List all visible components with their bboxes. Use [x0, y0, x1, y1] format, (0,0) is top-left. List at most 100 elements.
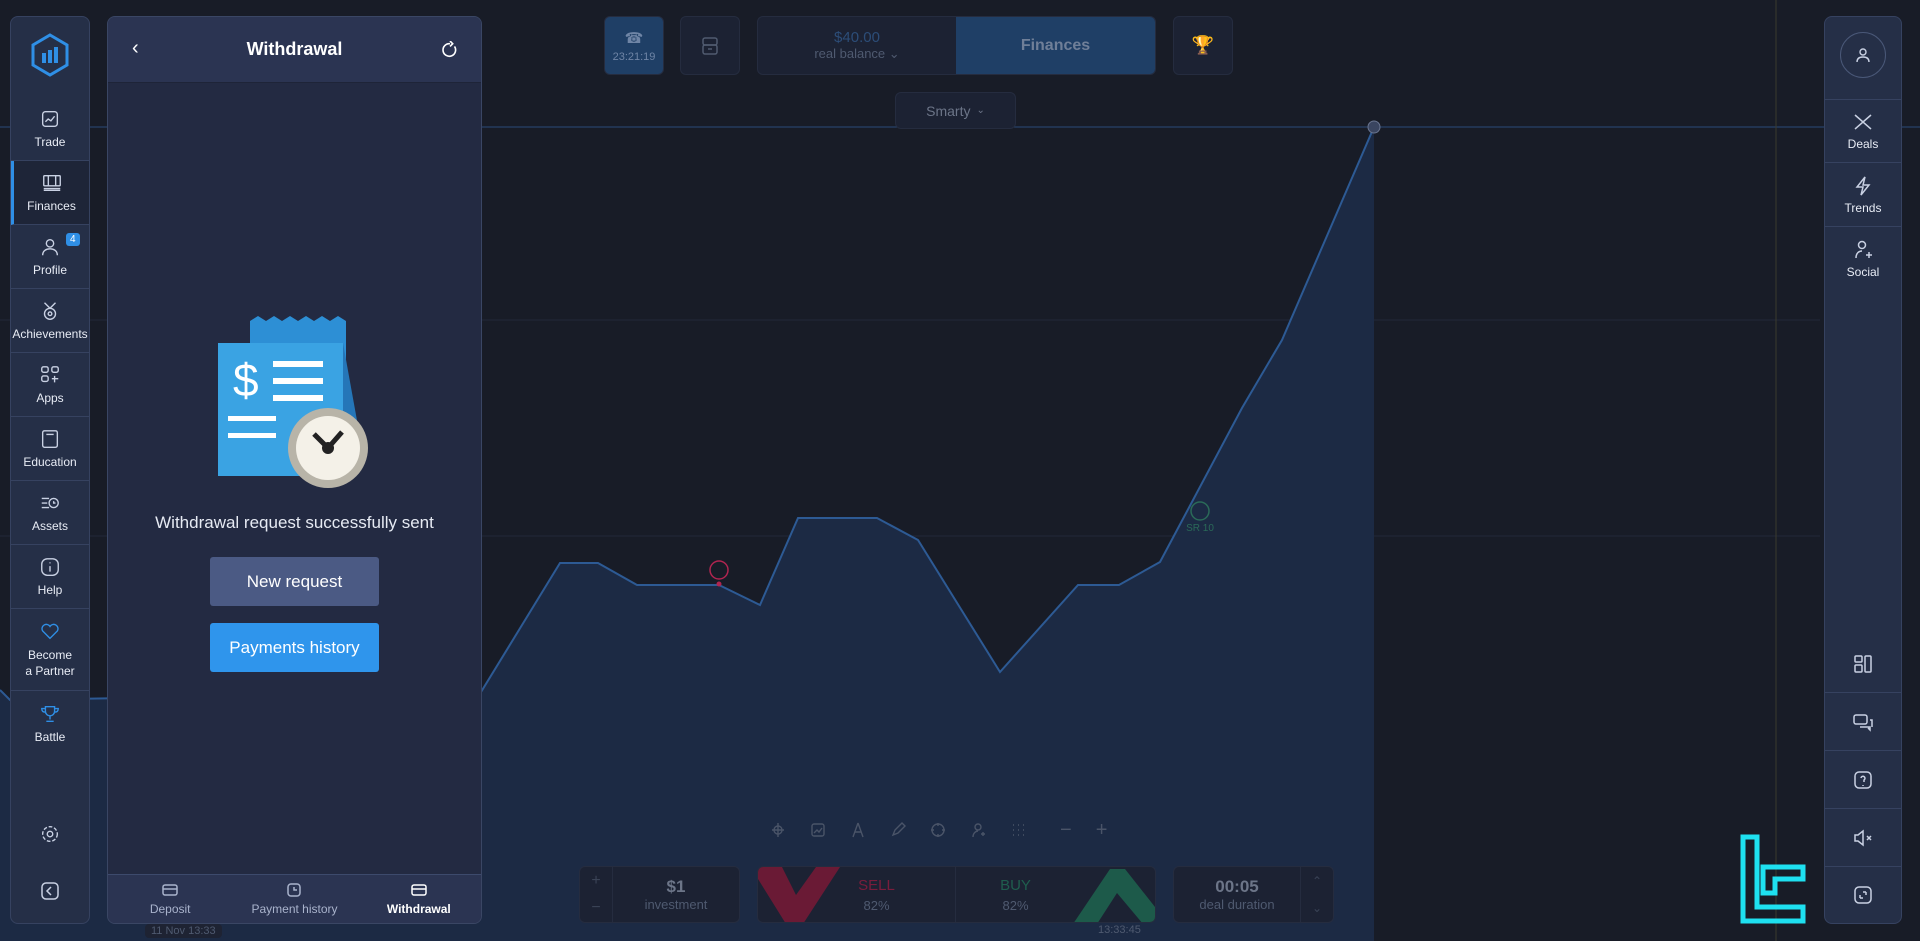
store-button[interactable]	[680, 16, 740, 75]
sidebar-item-label: Achievements	[12, 327, 88, 341]
settings-icon[interactable]	[39, 823, 61, 845]
chart-date-label: 11 Nov 13:33	[145, 924, 222, 938]
increase-investment-button[interactable]: +	[591, 872, 600, 890]
sidebar-item-finances[interactable]: Finances	[11, 161, 89, 225]
investment-label: investment	[644, 897, 708, 912]
payments-history-button[interactable]: Payments history	[210, 623, 379, 672]
layout-button[interactable]	[1825, 635, 1901, 693]
success-message: Withdrawal request successfully sent	[155, 513, 434, 532]
mute-icon	[1854, 828, 1872, 847]
sidebar-item-apps[interactable]: Apps	[11, 353, 89, 417]
trophy-icon	[41, 705, 59, 722]
decrease-duration-button[interactable]: ⌄	[1312, 901, 1322, 915]
right-item-trends[interactable]: Trends	[1825, 163, 1901, 227]
tournaments-button[interactable]: 🏆	[1173, 16, 1233, 75]
heart-icon	[41, 623, 59, 640]
trophy-icon: 🏆	[1191, 35, 1215, 55]
duration-input[interactable]: 00:05 deal duration	[1174, 877, 1300, 912]
decrease-investment-button[interactable]: −	[591, 899, 600, 917]
buy-button[interactable]: BUY 82%	[956, 867, 1155, 922]
tab-withdrawal[interactable]: Withdrawal	[357, 875, 481, 923]
chat-icon	[1853, 713, 1873, 732]
investment-value: $1	[666, 877, 686, 896]
tab-deposit[interactable]: Deposit	[108, 875, 232, 923]
chart-icon	[41, 110, 59, 128]
current-price-dot	[1367, 120, 1381, 134]
add-user-icon[interactable]	[970, 822, 986, 838]
sidebar-item-label: Education	[23, 455, 77, 469]
target-icon[interactable]	[930, 822, 946, 838]
sidebar-item-label: Profile	[32, 263, 67, 277]
sidebar-item-battle[interactable]: Battle	[11, 691, 89, 755]
medal-icon	[43, 302, 57, 320]
clock-icon	[287, 883, 302, 897]
sidebar-item-help[interactable]: Help	[11, 545, 89, 609]
support-button[interactable]	[1825, 751, 1901, 809]
add-friend-icon	[1855, 240, 1872, 259]
balance-value: $40.00	[834, 29, 880, 46]
tab-label: Withdrawal	[386, 902, 451, 916]
deals-icon	[1854, 114, 1872, 130]
panel-title: Withdrawal	[246, 39, 343, 59]
book-icon	[41, 430, 59, 448]
cashback-icon: ☎	[624, 29, 644, 47]
sidebar-item-profile[interactable]: Profile 4	[11, 225, 89, 289]
sidebar-item-assets[interactable]: Assets	[11, 481, 89, 545]
deposit-icon	[162, 884, 178, 896]
chart-type-dropdown[interactable]: Smarty ⌄	[895, 92, 1016, 129]
sidebar-item-become-a-partner[interactable]: Become a Partner	[11, 609, 89, 691]
collapse-icon[interactable]	[40, 881, 60, 901]
sidebar-item-label: Trade	[34, 135, 66, 149]
duration-control: 00:05 deal duration ⌃ ⌄	[1173, 866, 1334, 923]
sell-button[interactable]: SELL 82%	[758, 867, 956, 922]
avatar[interactable]	[1840, 32, 1886, 78]
indicators-icon[interactable]	[810, 822, 826, 838]
cashback-timer-button[interactable]: ☎ 23:21:19	[604, 16, 664, 75]
notification-badge: 4	[66, 233, 80, 246]
increase-duration-button[interactable]: ⌃	[1312, 874, 1322, 888]
duration-value: 00:05	[1215, 877, 1259, 896]
back-icon[interactable]: ‹	[132, 37, 139, 60]
sell-deal-marker[interactable]	[709, 560, 729, 587]
receipt-clock-illustration: $	[218, 316, 368, 488]
right-item-deals[interactable]: Deals	[1825, 99, 1901, 163]
investment-input[interactable]: $1 investment	[613, 877, 739, 912]
finances-button[interactable]: Finances	[956, 17, 1155, 74]
right-item-social[interactable]: Social	[1825, 227, 1901, 291]
apps-icon	[41, 366, 59, 383]
info-icon	[41, 558, 59, 576]
pencil-icon[interactable]	[890, 822, 906, 838]
drawing-icon[interactable]	[850, 822, 866, 838]
crosshair-icon[interactable]	[770, 822, 786, 838]
assets-icon	[41, 497, 59, 509]
user-icon	[1856, 48, 1870, 63]
app-logo-icon	[31, 33, 69, 77]
zoom-in-button[interactable]: +	[1096, 819, 1108, 842]
panel-body: $ Withdrawal request successfully sent N…	[108, 83, 481, 874]
chat-button[interactable]	[1825, 693, 1901, 751]
balance-label: real balance ⌄	[814, 46, 900, 61]
zoom-out-button[interactable]: −	[1060, 819, 1072, 842]
chevron-down-icon: ⌄	[976, 105, 985, 116]
finances-icon	[42, 174, 61, 192]
fullscreen-icon	[1854, 886, 1872, 904]
balance-selector[interactable]: $40.00 real balance ⌄	[758, 17, 956, 74]
sidebar-item-education[interactable]: Education	[11, 417, 89, 481]
trade-buttons: SELL 82% BUY 82%	[757, 866, 1156, 923]
marker-label: SR 10	[1186, 523, 1214, 534]
tab-label: Deposit	[149, 902, 191, 916]
sidebar-item-achievements[interactable]: Achievements	[11, 289, 89, 353]
withdrawal-panel: ‹ Withdrawal $ Withdrawal request succes…	[107, 16, 482, 924]
sidebar-item-label: Apps	[36, 391, 64, 405]
svg-text:$: $	[233, 354, 259, 406]
new-request-button[interactable]: New request	[210, 557, 379, 606]
refresh-icon[interactable]	[441, 41, 459, 59]
right-sidebar: Deals Trends Social	[1824, 16, 1902, 924]
fullscreen-button[interactable]	[1825, 867, 1901, 923]
right-item-label: Deals	[1847, 137, 1879, 151]
grid-dots-icon[interactable]	[1010, 822, 1026, 838]
sidebar-item-label: Finances	[27, 199, 76, 213]
mute-button[interactable]	[1825, 809, 1901, 867]
tab-payment-history[interactable]: Payment history	[232, 875, 356, 923]
sidebar-item-trade[interactable]: Trade	[11, 97, 89, 161]
